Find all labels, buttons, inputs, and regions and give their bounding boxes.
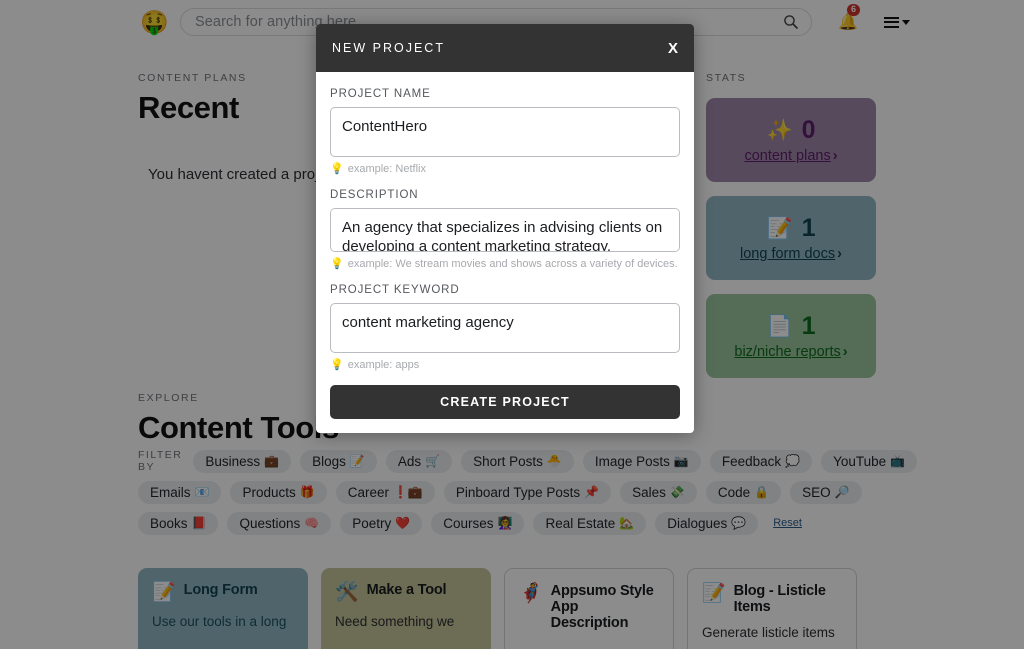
modal-title: NEW PROJECT <box>332 41 445 55</box>
close-icon[interactable]: X <box>668 40 678 57</box>
field-label: DESCRIPTION <box>330 189 419 201</box>
lightbulb-icon: 💡 <box>330 163 344 175</box>
modal-field-list: PROJECT NAME ContentHero 💡 example: Netflix… <box>330 88 680 371</box>
field-textarea[interactable]: content marketing agency <box>330 303 680 353</box>
lightbulb-icon: 💡 <box>330 359 344 371</box>
field-hint-text: example: apps <box>347 358 420 371</box>
new-project-modal: NEW PROJECT X PROJECT NAME ContentHero 💡 ex… <box>316 24 694 433</box>
field-hint: 💡 example: apps <box>330 358 680 372</box>
lightbulb-icon: 💡 <box>330 258 344 270</box>
field-hint: 💡 example: We stream movies and shows acr… <box>330 257 680 271</box>
modal-body: PROJECT NAME ContentHero 💡 example: Netflix… <box>316 72 694 433</box>
form-field-project-keyword: PROJECT KEYWORD content marketing agency 💡… <box>330 284 680 371</box>
form-field-project-name: PROJECT NAME ContentHero 💡 example: Netflix <box>330 88 680 175</box>
modal-header: NEW PROJECT X <box>316 24 694 72</box>
field-textarea[interactable]: An agency that specializes in advising c… <box>330 208 680 252</box>
form-field-description: DESCRIPTION An agency that specializes in… <box>330 189 680 270</box>
field-label: PROJECT KEYWORD <box>330 284 460 296</box>
create-project-button[interactable]: CREATE PROJECT <box>330 385 680 419</box>
field-hint: 💡 example: Netflix <box>330 162 680 176</box>
field-textarea[interactable]: ContentHero <box>330 107 680 157</box>
page-root: 🤑 Search for anything here 🔔 6 CONTENT P… <box>0 0 1024 649</box>
field-hint-text: example: We stream movies and shows acro… <box>347 257 678 270</box>
field-hint-text: example: Netflix <box>347 162 426 175</box>
field-label: PROJECT NAME <box>330 88 431 100</box>
